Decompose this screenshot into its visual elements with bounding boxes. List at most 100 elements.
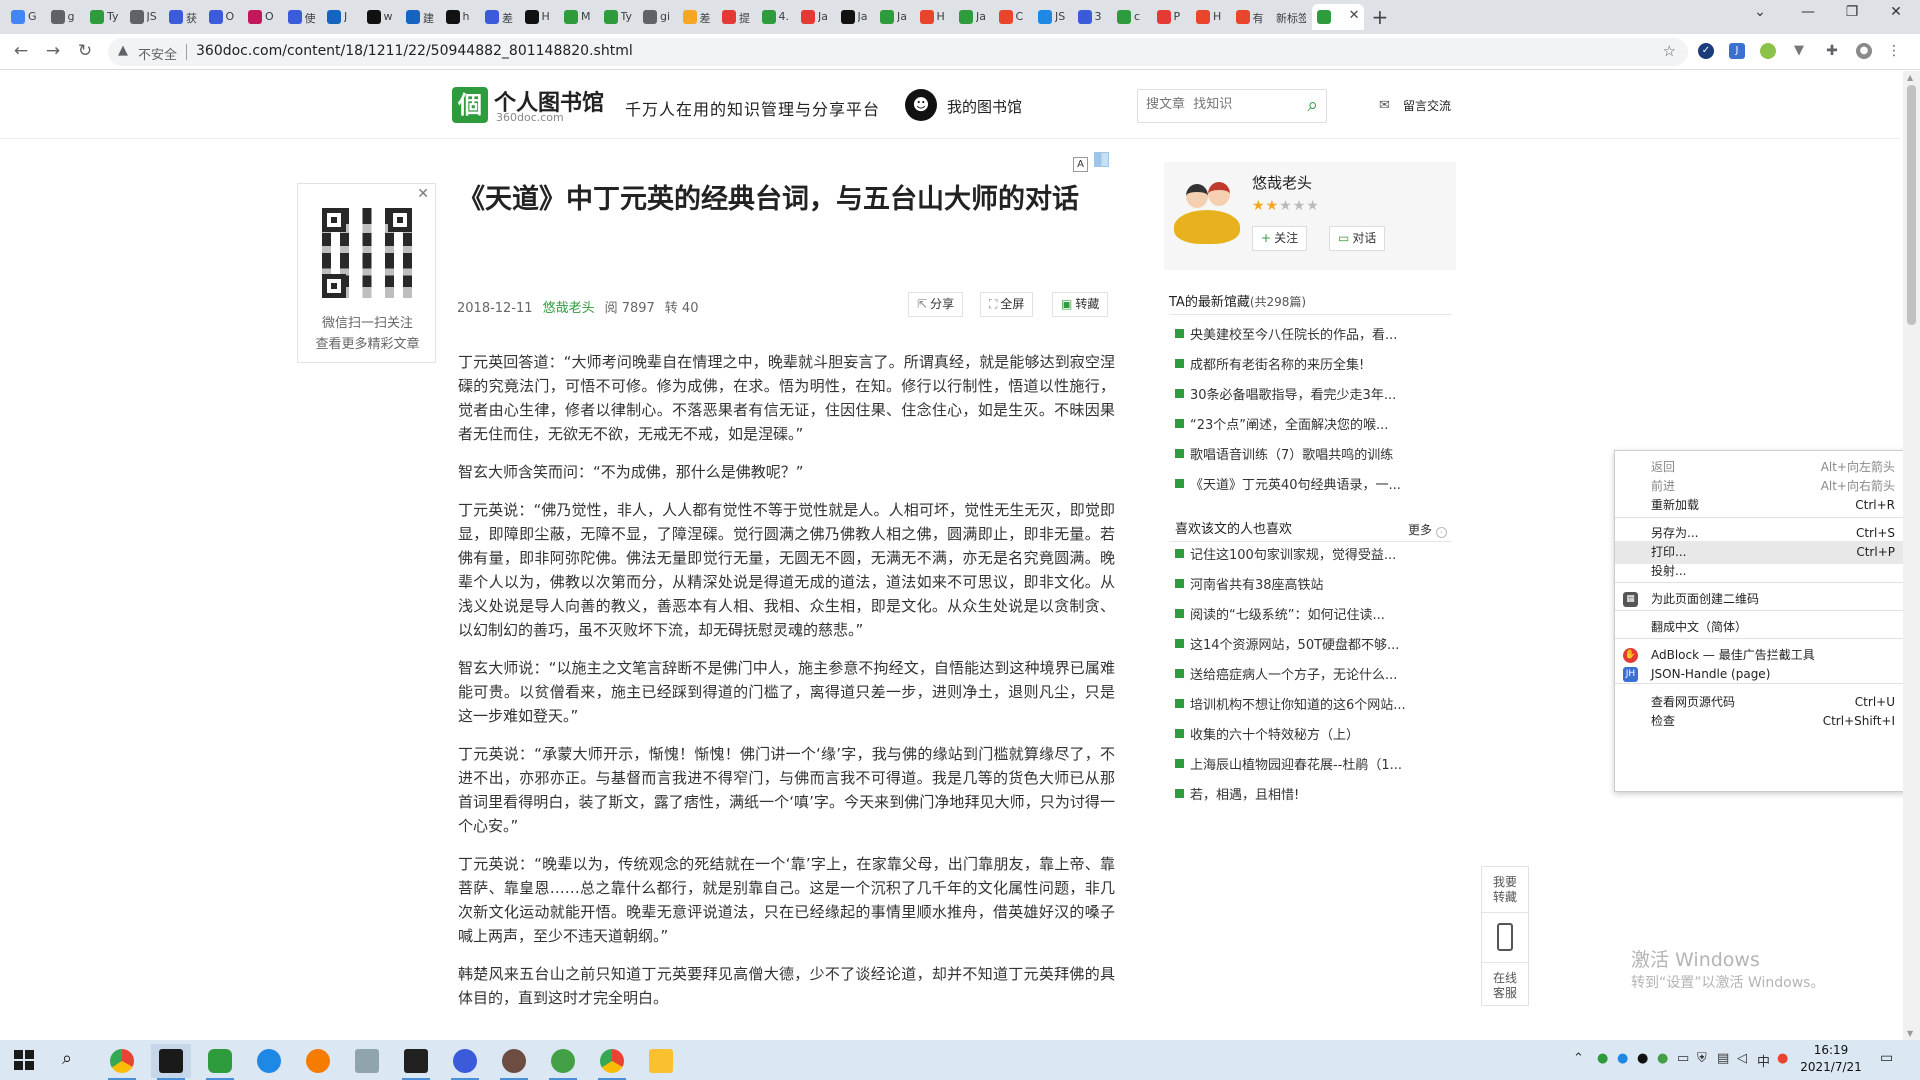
list-item[interactable]: 河南省共有38座高铁站 <box>1175 576 1440 606</box>
taskbar-terminal-icon[interactable] <box>396 1044 436 1080</box>
browser-tab[interactable]: G <box>6 4 44 30</box>
list-item[interactable]: “23个点”阐述，全面解决您的喉... <box>1175 416 1440 446</box>
taskbar-mail-icon[interactable] <box>249 1044 289 1078</box>
collect-button[interactable]: ▣ 转藏 <box>1052 292 1109 317</box>
context-menu-item[interactable]: ▦ 为此页面创建二维码 <box>1615 588 1919 611</box>
browser-tab[interactable]: 差 <box>678 4 716 30</box>
search-icon[interactable]: ⌕ <box>1307 94 1318 116</box>
browser-tab[interactable]: c <box>1112 4 1150 30</box>
browser-tab[interactable]: 新标签 <box>1270 4 1308 30</box>
list-item[interactable]: 收集的六十个特效秘方（上） <box>1175 726 1440 756</box>
taskbar-clock[interactable]: 16:19 2021/7/21 <box>1796 1042 1866 1076</box>
my-library-link[interactable]: 我的图书馆 <box>947 96 1022 117</box>
restore-button[interactable]: ❐ <box>1832 4 1872 20</box>
browser-tab[interactable]: P <box>1152 4 1190 30</box>
taskbar-search-icon[interactable]: ⌕ <box>62 1048 72 1069</box>
taskbar-folder-icon[interactable] <box>641 1044 681 1078</box>
tray-app-icon[interactable]: ● <box>1597 1051 1608 1066</box>
tray-security-icon[interactable]: ⛨ <box>1697 1051 1707 1066</box>
forward-arrow-icon[interactable]: → <box>42 41 64 61</box>
browser-tab[interactable]: JS <box>1033 4 1071 30</box>
list-item[interactable]: 送给癌症病人一个方子，无论什么... <box>1175 666 1440 696</box>
follow-button[interactable]: + 关注 <box>1252 226 1308 251</box>
taskbar-chrome-icon[interactable] <box>102 1044 142 1080</box>
browser-menu-icon[interactable]: ⋮ <box>1886 43 1902 59</box>
author-name[interactable]: 悠哉老头 <box>1252 172 1312 193</box>
context-menu-item[interactable]: 翻成中文（简体） <box>1615 616 1919 639</box>
list-item[interactable]: 《天道》丁元英40句经典语录，一... <box>1175 476 1440 506</box>
close-window-button[interactable]: ✕ <box>1876 4 1916 20</box>
minimize-button[interactable]: — <box>1788 4 1828 20</box>
article-author-link[interactable]: 悠哉老头 <box>543 301 595 316</box>
browser-tab[interactable]: JS <box>125 4 163 30</box>
reload-icon[interactable]: ↻ <box>74 41 96 61</box>
list-item[interactable]: 若，相遇，且相惜! <box>1175 786 1440 816</box>
browser-tab[interactable]: Ja <box>836 4 874 30</box>
font-size-button[interactable]: A <box>1073 157 1088 172</box>
browser-tab[interactable]: g <box>46 4 84 30</box>
list-item[interactable]: 培训机构不想让你知道的这6个网站... <box>1175 696 1440 726</box>
browser-tab-active[interactable]: ✕ <box>1311 4 1364 30</box>
more-link[interactable]: 更多 › <box>1408 521 1447 538</box>
extensions-puzzle-icon[interactable]: ✚ <box>1824 43 1840 59</box>
browser-tab[interactable]: Ty <box>599 4 637 30</box>
tray-volume-icon[interactable]: ◁ <box>1737 1051 1747 1066</box>
notification-center-icon[interactable]: ▭ <box>1880 1050 1893 1066</box>
browser-tab[interactable]: C <box>994 4 1032 30</box>
taskbar-chat-icon[interactable] <box>200 1044 240 1080</box>
avatar[interactable] <box>1172 172 1242 252</box>
windows-start-icon[interactable] <box>14 1050 34 1070</box>
list-item[interactable]: 成都所有老街名称的来历全集! <box>1175 356 1440 386</box>
theme-grid-icon[interactable] <box>1094 152 1109 167</box>
context-menu-item[interactable]: 投射... <box>1615 560 1919 583</box>
back-arrow-icon[interactable]: ← <box>10 41 32 61</box>
browser-tab[interactable]: Ty <box>85 4 123 30</box>
extension-green-icon[interactable] <box>1760 43 1776 59</box>
browser-tab[interactable]: 建 <box>401 4 439 30</box>
share-button[interactable]: ⇱ 分享 <box>908 292 964 317</box>
browser-tab[interactable]: 使 <box>283 4 321 30</box>
list-item[interactable]: 上海辰山植物园迎春花展--杜鹃（1... <box>1175 756 1440 786</box>
browser-tab[interactable]: Ja <box>796 4 834 30</box>
extension-v-icon[interactable]: ▼ <box>1791 43 1807 59</box>
insecure-label[interactable]: 不安全 <box>138 44 177 63</box>
list-item[interactable]: 记住这100句家训家规，觉得受益... <box>1175 546 1440 576</box>
site-search-input[interactable] <box>1146 97 1286 112</box>
browser-tab[interactable]: Ja <box>875 4 913 30</box>
browser-tab[interactable]: h <box>441 4 479 30</box>
browser-tab[interactable]: 3 <box>1073 4 1111 30</box>
repost-float-button[interactable]: 我要转藏 <box>1482 875 1528 905</box>
message-board-link[interactable]: 留言交流 <box>1403 97 1451 114</box>
page-scrollbar[interactable]: ▲ ▼ <box>1903 71 1920 1040</box>
tray-app-icon[interactable]: ● <box>1637 1051 1648 1066</box>
chat-button[interactable]: ▭ 对话 <box>1329 226 1386 251</box>
taskbar-cloud-icon[interactable] <box>445 1044 485 1080</box>
taskbar-game-icon[interactable] <box>494 1044 534 1080</box>
browser-tab[interactable]: H <box>915 4 953 30</box>
site-search-box[interactable]: ⌕ <box>1137 89 1327 123</box>
taskbar-tools-icon[interactable] <box>298 1044 338 1078</box>
browser-tab[interactable]: H <box>520 4 558 30</box>
bookmark-star-icon[interactable]: ☆ <box>1663 42 1676 60</box>
list-item[interactable]: 阅读的“七级系统”：如何记住读... <box>1175 606 1440 636</box>
browser-tab[interactable]: M <box>559 4 597 30</box>
context-menu-item[interactable]: 重新加载 Ctrl+R <box>1615 494 1919 517</box>
browser-tab[interactable]: gi <box>638 4 676 30</box>
context-menu-item[interactable]: 检查 Ctrl+Shift+I <box>1615 710 1919 733</box>
tab-search-icon[interactable]: ⌄ <box>1740 4 1780 20</box>
scroll-up-icon[interactable]: ▲ <box>1907 73 1913 82</box>
scrollbar-thumb[interactable] <box>1907 85 1916 325</box>
message-icon[interactable]: ✉ <box>1379 98 1390 113</box>
list-item[interactable]: 这14个资源网站，50T硬盘都不够... <box>1175 636 1440 666</box>
online-service-button[interactable]: 在线客服 <box>1482 971 1528 1001</box>
browser-tab[interactable]: 提 <box>717 4 755 30</box>
browser-tab[interactable]: J <box>322 4 360 30</box>
omnibox[interactable]: ▲ 不安全 360doc.com/content/18/1211/22/5094… <box>108 38 1688 66</box>
browser-tab[interactable]: O <box>243 4 281 30</box>
browser-tab[interactable]: O <box>204 4 242 30</box>
tray-overflow-icon[interactable]: ⌃ <box>1573 1051 1584 1066</box>
browser-tab[interactable]: 有 <box>1231 4 1269 30</box>
browser-tab[interactable]: 4. <box>757 4 795 30</box>
browser-tab[interactable]: w <box>362 4 400 30</box>
mobile-phone-icon[interactable] <box>1497 923 1513 951</box>
